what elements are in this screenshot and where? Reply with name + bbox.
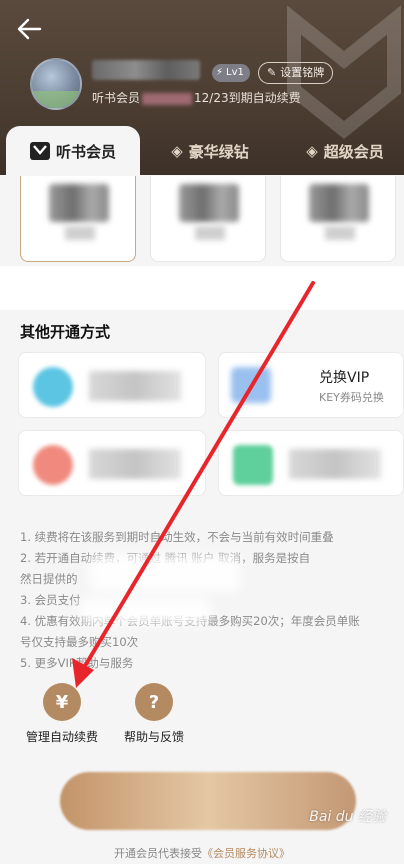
blurred-icon: [233, 445, 273, 485]
yen-icon: ¥: [43, 683, 81, 721]
avatar[interactable]: [30, 58, 82, 110]
question-icon: ?: [135, 683, 173, 721]
manage-auto-renew-button[interactable]: ¥ 管理自动续费: [20, 683, 104, 745]
blurred-text: [65, 226, 95, 240]
blurred-text: [325, 226, 355, 240]
membership-status: 听书会员 12/23到期自动续费: [92, 91, 301, 105]
help-feedback-button[interactable]: ? 帮助与反馈: [116, 683, 192, 745]
plan-card[interactable]: [20, 176, 136, 262]
diamond-icon: ◈: [306, 142, 318, 160]
tab-luxury-green-diamond[interactable]: ◈ 豪华绿钻: [150, 126, 270, 176]
agreement-text: 开通会员代表接受《会员服务协议》: [114, 847, 290, 860]
blurred-text: [195, 226, 225, 240]
blurred-text: [89, 449, 181, 479]
redeem-vip-option[interactable]: 兑换VIP KEY券码兑换: [218, 352, 404, 418]
tab-audiobook-vip[interactable]: 听书会员: [6, 126, 140, 176]
membership-tabs: 听书会员 ◈ 豪华绿钻 ◈ 超级会员: [0, 126, 404, 176]
blurred-price: [179, 184, 239, 222]
tab-super-vip[interactable]: ◈ 超级会员: [286, 126, 404, 176]
blurred-icon: [33, 367, 73, 407]
edit-icon: ✎: [267, 66, 277, 79]
plan-card[interactable]: [280, 176, 396, 262]
baidu-watermark: Bai du 经验: [309, 809, 386, 825]
level-badge: ⚡ Lv1: [212, 64, 250, 82]
blurred-icon: [33, 445, 73, 485]
coupon-icon: [231, 367, 271, 403]
option-card[interactable]: [218, 430, 404, 496]
blurred-text: [142, 92, 193, 105]
plan-card[interactable]: [150, 176, 266, 262]
blur-overlay: [90, 555, 240, 591]
option-card[interactable]: [18, 430, 206, 496]
username-blurred: [92, 60, 200, 80]
diamond-icon: ◈: [171, 142, 183, 160]
membership-notes: 1. 续费将在该服务到期时自动生效，不会与当前有效时间重叠 2. 若开通自动续费…: [20, 530, 360, 670]
blurred-text: [89, 371, 181, 401]
option-card[interactable]: [18, 352, 206, 418]
brand-v-icon: [29, 142, 50, 160]
back-arrow-icon[interactable]: [14, 14, 44, 44]
blurred-text: [289, 449, 381, 479]
lightning-icon: ⚡: [216, 67, 224, 78]
section-title: 其他开通方式: [20, 323, 111, 341]
set-badge-button[interactable]: ✎ 设置铭牌: [258, 62, 334, 84]
section-divider: [0, 266, 404, 310]
blur-overlay: [80, 598, 210, 624]
service-agreement-link[interactable]: 《会员服务协议》: [202, 847, 290, 860]
blurred-price: [49, 184, 109, 222]
blurred-price: [309, 184, 369, 222]
plan-cards: [20, 176, 404, 266]
